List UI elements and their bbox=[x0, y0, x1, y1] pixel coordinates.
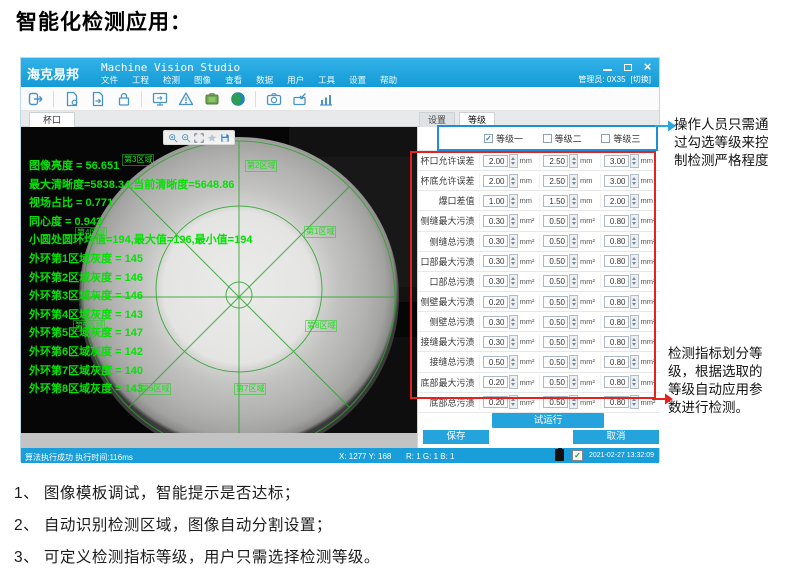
highlight-box-levels bbox=[437, 125, 658, 151]
menu-item[interactable]: 检测 bbox=[163, 74, 180, 86]
star-icon[interactable] bbox=[207, 132, 218, 143]
fit-screen-icon[interactable] bbox=[193, 132, 204, 143]
menu-item[interactable]: 帮助 bbox=[380, 74, 397, 86]
measurement-text: 外环第1区域灰度 = 145 bbox=[29, 250, 252, 269]
annotation-levels: 操作人员只需通过勾选等级来控制检测严格程度 bbox=[674, 116, 774, 170]
region-label: 第7区域 bbox=[234, 383, 266, 395]
menu-item[interactable]: 工程 bbox=[132, 74, 149, 86]
region-label: 第5区域 bbox=[73, 320, 105, 332]
chart-icon[interactable] bbox=[315, 90, 336, 108]
menu-item[interactable]: 工具 bbox=[318, 74, 335, 86]
device-icon bbox=[555, 449, 564, 461]
region-label: 第4区域 bbox=[75, 227, 107, 239]
region-label: 第1区域 bbox=[304, 226, 336, 238]
check-icon: ✓ bbox=[572, 450, 583, 461]
note-item: 2、 自动识别检测区域，图像自动分割设置； bbox=[14, 513, 380, 535]
measurement-overlay: 图像亮度 = 56.651最大清晰度=5838.34,当前清晰度=5648.86… bbox=[29, 157, 252, 399]
menu-item[interactable]: 用户 bbox=[287, 74, 304, 86]
camera-icon[interactable] bbox=[263, 90, 284, 108]
zoom-in-icon[interactable] bbox=[167, 132, 178, 143]
close-icon: × bbox=[644, 60, 652, 73]
main-toolbar bbox=[21, 87, 659, 111]
measurement-text: 外环第7区域灰度 = 140 bbox=[29, 362, 252, 381]
toolbar-separator bbox=[255, 91, 256, 107]
window-controls: × bbox=[601, 60, 654, 73]
region-label: 第8区域 bbox=[305, 320, 337, 332]
toolbar-separator bbox=[141, 91, 142, 107]
measurement-text: 外环第4区域灰度 = 143 bbox=[29, 306, 252, 325]
page-title: 智能化检测应用： bbox=[16, 6, 192, 36]
measurement-text: 视场占比 = 0.771 bbox=[29, 194, 252, 213]
save-icon[interactable] bbox=[220, 132, 231, 143]
measurement-text: 外环第2区域灰度 = 146 bbox=[29, 269, 252, 288]
region-label: 第2区域 bbox=[245, 160, 277, 172]
annotation-table: 检测指标划分等级，根据选取的等级自动应用参数进行检测。 bbox=[668, 345, 770, 417]
warning-icon[interactable] bbox=[175, 90, 196, 108]
notes-list: 1、 图像模板调试，智能提示是否达标； 2、 自动识别检测区域，图像自动分割设置；… bbox=[14, 481, 380, 567]
try-run-button[interactable]: 试运行 bbox=[492, 413, 604, 428]
region-label: 第6区域 bbox=[139, 383, 171, 395]
zoom-out-icon[interactable] bbox=[180, 132, 191, 143]
measurement-text: 外环第3区域灰度 = 146 bbox=[29, 287, 252, 306]
region-label: 第3区域 bbox=[122, 154, 154, 166]
exit-icon[interactable] bbox=[25, 90, 46, 108]
menu-bar: 文件 工程 检测 图像 查看 数据 用户 工具 设置 帮助 bbox=[101, 74, 397, 86]
user-label: 管理员: 0X35 bbox=[578, 74, 625, 85]
measurement-text: 外环第5区域灰度 = 147 bbox=[29, 324, 252, 343]
menu-item[interactable]: 查看 bbox=[225, 74, 242, 86]
restore-button[interactable] bbox=[621, 60, 634, 73]
pixel-rgb: R: 1 G: 1 B: 1 bbox=[406, 452, 454, 461]
image-mini-toolbar bbox=[163, 130, 235, 145]
file-export-icon[interactable] bbox=[87, 90, 108, 108]
camera-image-view[interactable]: 图像亮度 = 56.651最大清晰度=5838.34,当前清晰度=5648.86… bbox=[21, 127, 417, 433]
toolbar-separator bbox=[53, 91, 54, 107]
highlight-box-table bbox=[410, 151, 656, 399]
minimize-button[interactable] bbox=[601, 60, 614, 73]
unit-label: mm² bbox=[520, 398, 535, 407]
titlebar[interactable]: 海克易邦 Machine Vision Studio × 文件 工程 检测 图像 查看 数… bbox=[21, 58, 659, 87]
menu-item[interactable]: 文件 bbox=[101, 74, 118, 86]
panel-gutter bbox=[21, 433, 417, 448]
close-button[interactable]: × bbox=[641, 60, 654, 73]
import-icon[interactable] bbox=[289, 90, 310, 108]
measurement-text: 小圆处圆环均值=194,最大值=196,最小值=194 bbox=[29, 231, 252, 250]
measurement-text: 外环第6区域灰度 = 142 bbox=[29, 343, 252, 362]
monitor-icon[interactable] bbox=[149, 90, 170, 108]
sphere-logo-icon[interactable] bbox=[227, 90, 248, 108]
camera-case-icon[interactable] bbox=[201, 90, 222, 108]
cursor-coords: X: 1277 Y: 168 bbox=[339, 452, 391, 461]
status-bar: 算法执行成功 执行时间:116ms X: 1277 Y: 168 R: 1 G:… bbox=[21, 448, 659, 463]
user-info: 管理员: 0X35 [切换] bbox=[578, 74, 651, 85]
measurement-text: 同心度 = 0.943 bbox=[29, 213, 252, 232]
menu-item[interactable]: 设置 bbox=[349, 74, 366, 86]
lock-icon[interactable] bbox=[113, 90, 134, 108]
note-item: 3、 可定义检测指标等级，用户只需选择检测等级。 bbox=[14, 545, 380, 567]
note-item: 1、 图像模板调试，智能提示是否达标； bbox=[14, 481, 380, 503]
image-tab-cup[interactable]: 杯口 bbox=[29, 112, 75, 127]
page: 智能化检测应用： 海克易邦 Machine Vision Studio × 文件… bbox=[0, 0, 800, 570]
file-config-icon[interactable] bbox=[61, 90, 82, 108]
status-message: 算法执行成功 执行时间:116ms bbox=[25, 452, 133, 463]
app-logo: 海克易邦 bbox=[27, 64, 79, 83]
unit-label: mm² bbox=[580, 398, 595, 407]
status-timestamp: 2021-02-27 13:32:09 bbox=[589, 452, 654, 459]
cancel-button[interactable]: 取消 bbox=[573, 430, 659, 444]
menu-item[interactable]: 图像 bbox=[194, 74, 211, 86]
menu-item[interactable]: 数据 bbox=[256, 74, 273, 86]
switch-user-link[interactable]: [切换] bbox=[631, 74, 651, 85]
window-title: Machine Vision Studio bbox=[101, 61, 240, 74]
save-button[interactable]: 保存 bbox=[423, 430, 489, 444]
measurement-text: 最大清晰度=5838.34,当前清晰度=5648.86 bbox=[29, 176, 252, 195]
